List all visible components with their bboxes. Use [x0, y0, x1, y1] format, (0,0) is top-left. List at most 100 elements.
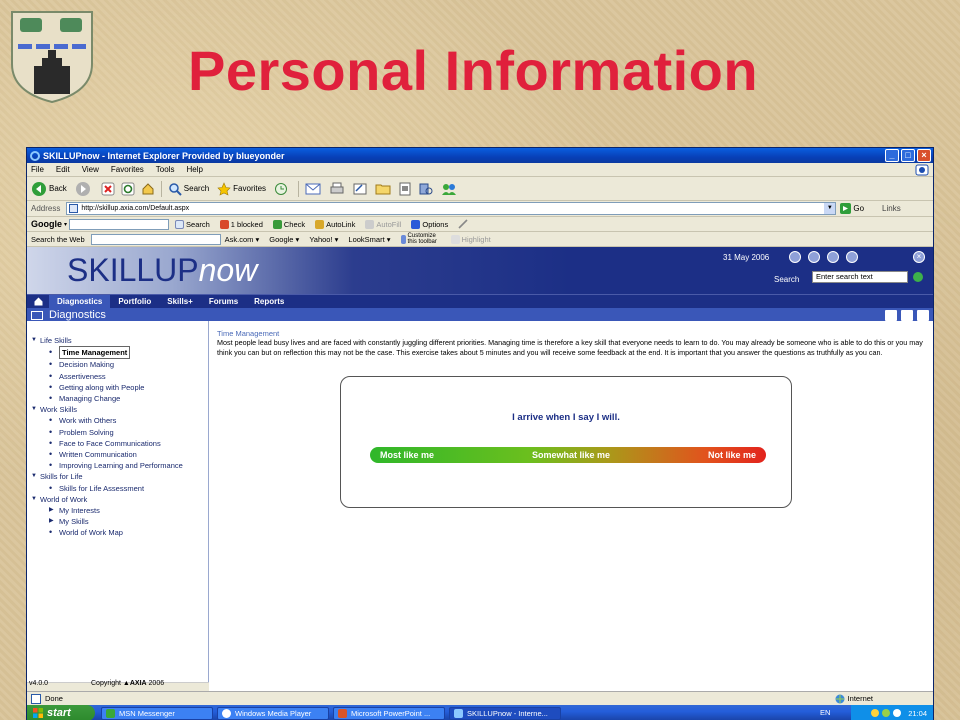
back-button[interactable]: Back	[31, 181, 67, 197]
expand-arrow-icon[interactable]: ▼	[31, 404, 40, 415]
research-icon[interactable]	[419, 182, 433, 196]
nav-reports[interactable]: Reports	[246, 295, 292, 309]
tree-item[interactable]: • Managing Change	[31, 393, 183, 404]
answer-most-like-me[interactable]: Most like me	[380, 450, 434, 460]
home-icon[interactable]	[141, 182, 155, 196]
site-search-go-icon[interactable]	[913, 272, 923, 282]
language-indicator[interactable]: EN	[820, 708, 830, 717]
menu-edit[interactable]: Edit	[56, 165, 70, 174]
tree-item[interactable]: • Face to Face Communications	[31, 438, 183, 449]
pencil-icon[interactable]	[458, 219, 468, 229]
info-round-icon[interactable]	[827, 251, 839, 263]
tree-item[interactable]: • Time Management	[31, 346, 183, 360]
google-engine[interactable]: Google ▾	[269, 235, 299, 244]
google-dropdown-icon[interactable]: ▾	[64, 221, 67, 228]
page-icon[interactable]	[399, 182, 411, 196]
print-icon[interactable]	[329, 182, 345, 196]
page-notes-icon[interactable]	[885, 309, 897, 321]
start-button[interactable]: start	[27, 705, 95, 720]
tree-item[interactable]: • Decision Making	[31, 359, 183, 370]
maximize-button[interactable]: □	[901, 149, 915, 162]
links-button[interactable]: Links	[882, 204, 901, 213]
site-close-icon[interactable]: ×	[913, 251, 925, 263]
tree-section[interactable]: ▼ Life Skills	[31, 335, 183, 346]
title-bar[interactable]: SKILLUPnow - Internet Explorer Provided …	[27, 148, 933, 163]
tree-item[interactable]: ▶ My Skills	[31, 516, 183, 527]
tree-item[interactable]: • Skills for Life Assessment	[31, 483, 183, 494]
expand-arrow-icon[interactable]: ▼	[31, 471, 40, 482]
spellcheck-button[interactable]: Check	[272, 219, 305, 229]
forward-button[interactable]	[75, 181, 93, 197]
menu-help[interactable]: Help	[186, 165, 202, 174]
tray-shield-icon[interactable]	[871, 709, 880, 717]
nav-forums[interactable]: Forums	[201, 295, 246, 309]
history-icon[interactable]	[274, 182, 288, 196]
help-round-icon[interactable]	[808, 251, 820, 263]
tree-item[interactable]: • Improving Learning and Performance	[31, 460, 183, 471]
google-search-button[interactable]: Search	[175, 219, 210, 229]
answer-not-like-me[interactable]: Not like me	[708, 450, 756, 460]
search-button[interactable]: Search	[168, 182, 209, 196]
address-dropdown-icon[interactable]: ▼	[824, 203, 836, 214]
mail-icon[interactable]	[305, 183, 321, 195]
tree-item[interactable]: • World of Work Map	[31, 527, 183, 538]
answer-somewhat-like-me[interactable]: Somewhat like me	[532, 450, 610, 460]
folder-icon	[31, 310, 43, 320]
popup-blocker[interactable]: 1 blocked	[219, 219, 263, 229]
page-print-icon[interactable]	[917, 309, 929, 321]
nav-home[interactable]	[27, 295, 49, 309]
nav-portfolio[interactable]: Portfolio	[110, 295, 159, 309]
settings-round-icon[interactable]	[846, 251, 858, 263]
tree-section[interactable]: ▼ Work Skills	[31, 404, 183, 415]
refresh-icon[interactable]	[121, 182, 135, 196]
skillup-logo[interactable]: SKILLUPnow	[67, 252, 257, 289]
tree-item[interactable]: ▶ My Interests	[31, 505, 183, 516]
web-search-input[interactable]	[90, 233, 221, 245]
customize-toolbar-button[interactable]: Customize this toolbar	[400, 233, 441, 245]
tray-volume-icon[interactable]	[893, 709, 902, 717]
tree-section[interactable]: ▼ Skills for Life	[31, 471, 183, 482]
looksmart-engine[interactable]: LookSmart ▾	[348, 235, 390, 244]
tree-item[interactable]: • Getting along with People	[31, 382, 183, 393]
menu-tools[interactable]: Tools	[156, 165, 175, 174]
folder-icon[interactable]	[375, 183, 391, 195]
menu-view[interactable]: View	[82, 165, 99, 174]
google-search-input[interactable]	[69, 218, 170, 230]
expand-arrow-icon[interactable]: ▼	[31, 335, 40, 346]
site-search-input[interactable]: Enter search text	[812, 271, 908, 283]
tree-item[interactable]: • Work with Others	[31, 415, 183, 426]
google-options-button[interactable]: Options	[411, 219, 448, 229]
expand-arrow-icon[interactable]: ▼	[31, 494, 40, 505]
autolink-button[interactable]: AutoLink	[315, 219, 355, 229]
edit-icon[interactable]	[353, 182, 367, 196]
tree-item[interactable]: • Written Communication	[31, 449, 183, 460]
autofill-button[interactable]: AutoFill	[365, 219, 401, 229]
tree-section[interactable]: ▼ World of Work	[31, 494, 183, 505]
menu-favorites[interactable]: Favorites	[111, 165, 144, 174]
task-skillup-browser[interactable]: SKILLUPnow - Interne...	[449, 706, 561, 720]
tray-network-icon[interactable]	[882, 709, 891, 717]
highlight-button[interactable]: Highlight	[450, 234, 491, 244]
tree-item[interactable]: • Assertiveness	[31, 371, 183, 382]
task-media-player[interactable]: Windows Media Player	[217, 706, 329, 720]
stop-icon[interactable]	[101, 182, 115, 196]
google-logo[interactable]: Google	[31, 219, 62, 229]
nav-skills[interactable]: Skills+	[159, 295, 201, 309]
page-edit-icon[interactable]	[901, 309, 913, 321]
favorites-button[interactable]: Favorites	[217, 181, 266, 196]
answer-scale[interactable]: Most like me Somewhat like me Not like m…	[370, 447, 766, 463]
go-button[interactable]: Go	[840, 203, 864, 214]
task-powerpoint[interactable]: Microsoft PowerPoint ...	[333, 706, 445, 720]
go-arrow-icon	[840, 203, 852, 214]
menu-file[interactable]: File	[31, 165, 44, 174]
task-msn-messenger[interactable]: MSN Messenger	[101, 706, 213, 720]
close-button[interactable]: ×	[917, 149, 931, 162]
tree-item[interactable]: • Problem Solving	[31, 427, 183, 438]
mail-round-icon[interactable]	[789, 251, 801, 263]
ask-engine[interactable]: Ask.com ▾	[225, 235, 260, 244]
yahoo-engine[interactable]: Yahoo! ▾	[309, 235, 338, 244]
nav-diagnostics[interactable]: Diagnostics	[49, 294, 111, 309]
minimize-button[interactable]: _	[885, 149, 899, 162]
messenger-icon[interactable]	[441, 182, 457, 196]
address-input[interactable]: http://skillup.axia.com/Default.aspx ▼	[66, 202, 837, 215]
